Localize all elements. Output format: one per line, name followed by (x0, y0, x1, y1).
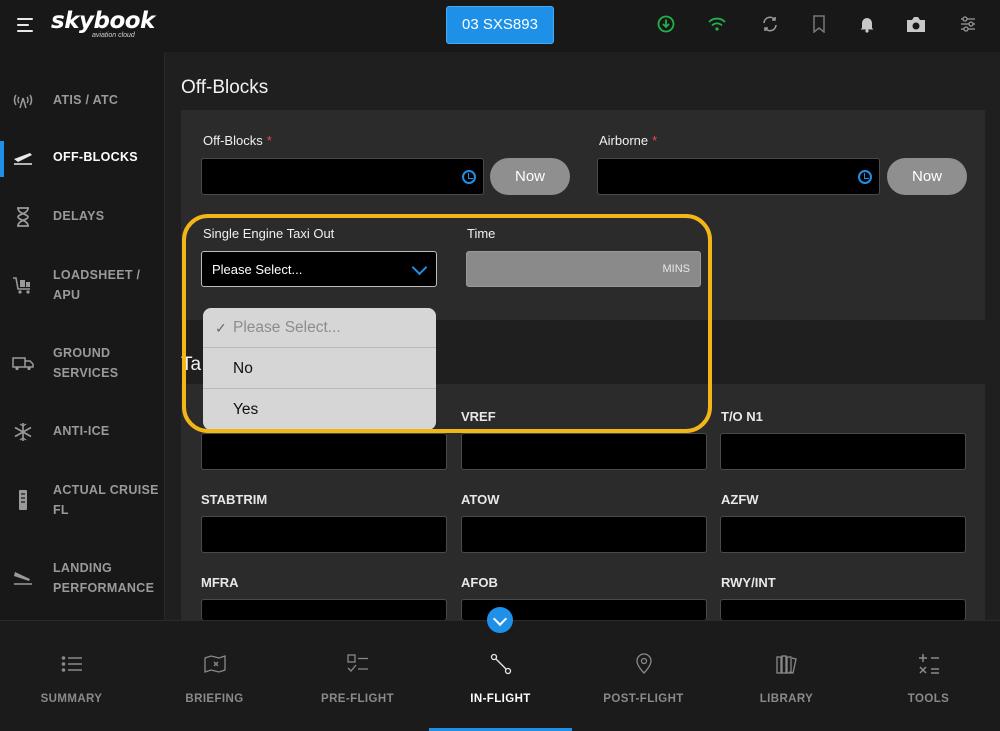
calculator-icon (918, 653, 940, 675)
highlight-annotation (182, 214, 712, 433)
notification-bell-icon[interactable] (857, 14, 877, 34)
landing-icon (12, 567, 34, 589)
list-icon (61, 653, 83, 675)
page-title: Off-Blocks (181, 77, 269, 98)
sidebar-item-delays[interactable]: DELAYS (0, 186, 165, 242)
sidebar-item-landing-performance[interactable]: LANDING PERFORMANCE (0, 538, 165, 595)
atow-label: ATOW (461, 492, 500, 507)
flight-selector-button[interactable]: 03 SXS893 (446, 6, 554, 44)
sidebar: ATIS / ATC OFF-BLOCKS DELAYS LOADSHEET /… (0, 52, 165, 620)
airborne-label: Airborne * (599, 133, 658, 148)
location-pin-icon (633, 653, 655, 675)
cart-icon (12, 274, 34, 296)
afob-label: AFOB (461, 575, 498, 590)
nav-label: IN-FLIGHT (470, 693, 531, 705)
nav-summary[interactable]: SUMMARY (0, 621, 143, 731)
sidebar-item-off-blocks[interactable]: OFF-BLOCKS (0, 127, 165, 183)
sidebar-item-actual-cruise-fl[interactable]: ACTUAL CRUISE FL (0, 460, 165, 517)
sidebar-item-loadsheet-apu[interactable]: LOADSHEET / APU (0, 245, 165, 302)
sidebar-item-ground-services[interactable]: GROUND SERVICES (0, 323, 165, 380)
sidebar-item-label: ANTI-ICE (53, 424, 110, 438)
antenna-icon (12, 90, 34, 112)
nav-briefing[interactable]: BRIEFING (143, 621, 286, 731)
bottom-navigation: SUMMARY BRIEFING PRE-FLIGHT IN-FLIGHT PO… (0, 620, 1000, 731)
app-logo: skybook (51, 8, 155, 34)
nav-label: POST-FLIGHT (603, 693, 684, 705)
nav-label: TOOLS (907, 693, 950, 705)
snowflake-icon (12, 421, 34, 443)
to-n1-input[interactable] (720, 433, 966, 470)
nav-post-flight[interactable]: POST-FLIGHT (572, 621, 715, 731)
scroll-down-button[interactable] (487, 607, 513, 633)
top-bar: skybook aviation cloud 03 SXS893 (0, 0, 1000, 52)
grid-input[interactable] (201, 433, 447, 470)
atow-input[interactable] (461, 516, 707, 553)
airborne-now-button[interactable]: Now (887, 158, 967, 195)
nav-library[interactable]: LIBRARY (715, 621, 858, 731)
app-logo-subtitle: aviation cloud (92, 32, 135, 39)
map-icon (204, 653, 226, 675)
off-blocks-time-input[interactable] (201, 158, 484, 195)
nav-label: SUMMARY (40, 693, 103, 705)
nav-pre-flight[interactable]: PRE-FLIGHT (286, 621, 429, 731)
stabtrim-label: STABTRIM (201, 492, 268, 507)
sidebar-item-label: OFF-BLOCKS (53, 150, 138, 164)
download-status-icon[interactable] (656, 14, 676, 34)
nav-label: BRIEFING (185, 693, 244, 705)
hourglass-icon (12, 206, 34, 228)
menu-icon[interactable] (17, 18, 33, 32)
camera-icon[interactable] (906, 14, 926, 34)
airborne-time-input[interactable] (597, 158, 880, 195)
clock-icon[interactable] (858, 170, 872, 184)
to-n1-label: T/O N1 (721, 409, 763, 424)
rwy-int-label: RWY/INT (721, 575, 776, 590)
rwy-int-input[interactable] (720, 599, 966, 620)
truck-icon (12, 352, 34, 374)
sidebar-item-label: LOADSHEET / APU (53, 268, 141, 302)
nav-label: LIBRARY (759, 693, 814, 705)
off-blocks-label: Off-Blocks * (203, 133, 272, 148)
sidebar-item-atis-atc[interactable]: ATIS / ATC (0, 72, 165, 128)
sidebar-item-label: LANDING PERFORMANCE (53, 561, 155, 595)
azfw-input[interactable] (720, 516, 966, 553)
checklist-icon (347, 653, 369, 675)
bookmark-icon[interactable] (809, 14, 829, 34)
wifi-icon[interactable] (707, 14, 727, 34)
sidebar-item-label: DELAYS (53, 209, 105, 223)
route-icon (490, 653, 512, 675)
takeoff-icon (12, 147, 34, 169)
mfra-input[interactable] (201, 599, 447, 620)
clock-icon[interactable] (462, 170, 476, 184)
nav-in-flight[interactable]: IN-FLIGHT (429, 621, 572, 731)
nav-tools[interactable]: TOOLS (857, 621, 1000, 731)
sidebar-item-anti-ice[interactable]: ANTI-ICE (0, 401, 165, 457)
sync-icon[interactable] (760, 14, 780, 34)
mfra-label: MFRA (201, 575, 239, 590)
off-blocks-now-button[interactable]: Now (490, 158, 570, 195)
stabtrim-input[interactable] (201, 516, 447, 553)
sidebar-item-label: GROUND SERVICES (53, 346, 119, 380)
sidebar-item-label: ATIS / ATC (53, 93, 119, 107)
vref-input[interactable] (461, 433, 707, 470)
nav-label: PRE-FLIGHT (321, 693, 394, 705)
gauge-icon (12, 489, 34, 511)
sidebar-item-label: ACTUAL CRUISE FL (53, 483, 159, 517)
books-icon (776, 653, 798, 675)
azfw-label: AZFW (721, 492, 759, 507)
settings-sliders-icon[interactable] (958, 14, 978, 34)
